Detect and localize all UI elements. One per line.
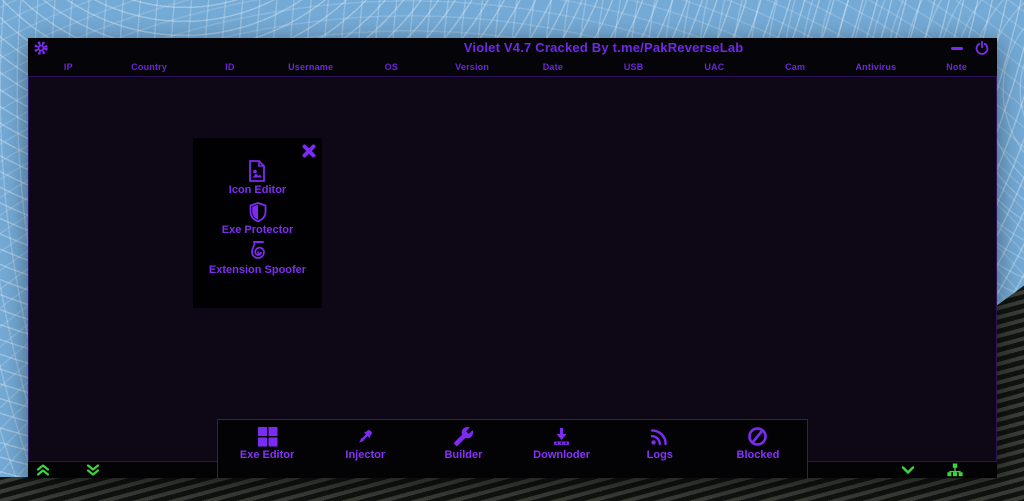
tab-label: Exe Editor xyxy=(239,449,295,461)
spiral-icon xyxy=(248,240,268,262)
exe-tools-popup: Icon Editor Exe Protector Extension Spoo… xyxy=(193,138,322,308)
tab-downloder[interactable]: Downloder xyxy=(513,420,611,478)
column-header-uac: UAC xyxy=(704,62,725,72)
popup-item-exe-protector[interactable]: Exe Protector xyxy=(221,200,294,236)
tab-label: Injector xyxy=(345,449,386,461)
download-icon xyxy=(551,425,572,447)
tab-label: Logs xyxy=(646,449,673,461)
tab-injector[interactable]: Injector xyxy=(316,420,414,478)
tab-exe-editor[interactable]: Exe Editor xyxy=(218,420,316,478)
popup-item-label: Extension Spoofer xyxy=(208,264,307,276)
popup-item-extension-spoofer[interactable]: Extension Spoofer xyxy=(209,240,306,276)
scroll-top-icon[interactable] xyxy=(35,463,51,477)
popup-item-label: Icon Editor xyxy=(228,184,287,196)
column-header-ip: IP xyxy=(63,62,73,72)
power-icon[interactable] xyxy=(975,41,989,55)
bottom-tab-bar: Exe Editor Injector Builder Downloder Lo… xyxy=(217,419,808,478)
popup-item-label: Exe Protector xyxy=(221,224,294,236)
client-list-area xyxy=(28,76,997,462)
tab-blocked[interactable]: Blocked xyxy=(709,420,807,478)
wrench-icon xyxy=(453,425,474,447)
column-header-date: Date xyxy=(542,62,564,72)
column-header-usb: USB xyxy=(623,62,644,72)
column-header-os: OS xyxy=(384,62,399,72)
network-tree-icon[interactable] xyxy=(947,463,963,477)
blocked-icon xyxy=(747,425,768,447)
image-file-icon xyxy=(247,160,267,182)
rss-icon xyxy=(649,425,670,447)
client-table-header: IP Country ID Username OS Version Date U… xyxy=(28,58,997,76)
column-header-country: Country xyxy=(131,62,168,72)
shield-icon xyxy=(249,200,267,222)
settings-gear-icon[interactable] xyxy=(34,41,48,55)
column-header-note: Note xyxy=(946,62,968,72)
tab-builder[interactable]: Builder xyxy=(414,420,512,478)
popup-item-icon-editor[interactable]: Icon Editor xyxy=(229,160,286,196)
windows-icon xyxy=(257,425,278,447)
violet-app-window: Violet V4.7 Cracked By t.me/PakReverseLa… xyxy=(28,38,997,478)
title-bar: Violet V4.7 Cracked By t.me/PakReverseLa… xyxy=(28,38,997,58)
column-header-version: Version xyxy=(455,62,490,72)
window-title: Violet V4.7 Cracked By t.me/PakReverseLa… xyxy=(463,40,744,55)
chevron-down-icon[interactable] xyxy=(900,463,916,477)
tab-label: Downloder xyxy=(533,449,591,461)
tab-label: Builder xyxy=(444,449,483,461)
scroll-bottom-icon[interactable] xyxy=(85,463,101,477)
column-header-id: ID xyxy=(225,62,235,72)
column-header-username: Username xyxy=(288,62,334,72)
tab-logs[interactable]: Logs xyxy=(611,420,709,478)
column-header-cam: Cam xyxy=(785,62,806,72)
minimize-icon[interactable] xyxy=(950,41,964,55)
column-header-antivirus: Antivirus xyxy=(855,62,897,72)
top-bar: Violet V4.7 Cracked By t.me/PakReverseLa… xyxy=(28,38,997,76)
dropper-icon xyxy=(355,425,376,447)
tab-label: Blocked xyxy=(736,449,780,461)
